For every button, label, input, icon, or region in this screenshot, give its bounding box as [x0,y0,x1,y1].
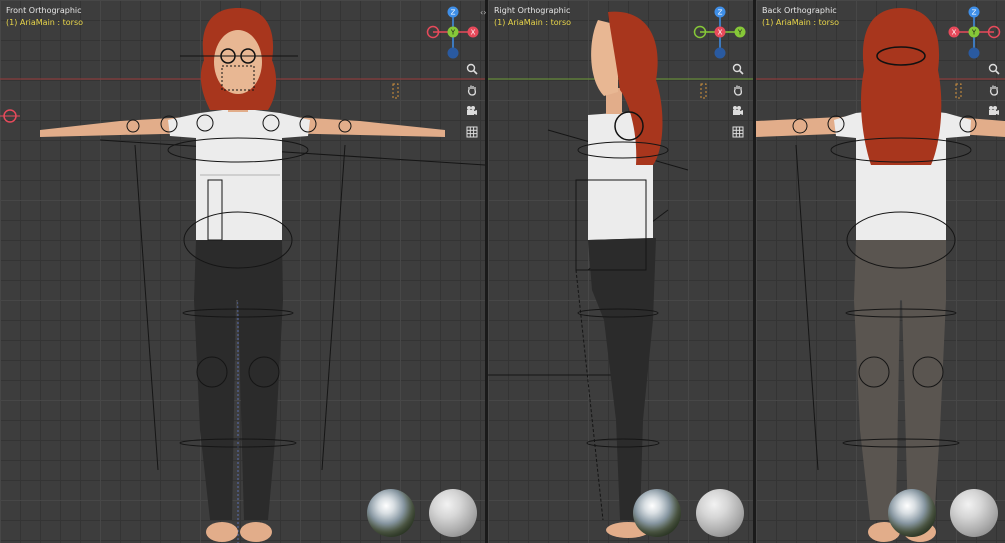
pan-hand-icon[interactable] [729,81,747,99]
viewport-title: Front Orthographic [6,6,82,15]
navigation-gizmo[interactable]: Z X Y [946,6,1002,62]
gizmo-label-right: Y [737,29,743,37]
hdri-preview-sphere [888,489,936,537]
nav-tools [463,60,481,144]
navigation-gizmo[interactable]: Z Y X [692,6,748,62]
zoom-icon[interactable] [463,60,481,78]
scene-right [488,11,753,538]
material-preview-sphere [429,489,477,537]
active-object-label: (1) AriaMain : torso [6,18,84,27]
camera-icon[interactable] [463,102,481,120]
camera-icon[interactable] [985,102,1003,120]
navigation-gizmo[interactable]: Z X Y [425,6,481,62]
camera-icon[interactable] [729,102,747,120]
viewport-right[interactable]: Right Orthographic (1) AriaMain : torso … [488,0,753,543]
hdri-preview-sphere [633,489,681,537]
viewport-area: Front Orthographic (1) AriaMain : torso … [0,0,1005,543]
scene-front [0,8,485,543]
gizmo-label-center: Y [971,29,977,37]
viewport-title: Right Orthographic [494,6,571,15]
zoom-icon[interactable] [729,60,747,78]
gizmo-label-up: Z [718,9,723,17]
gizmo-label-right: X [471,29,476,37]
active-object-label: (1) AriaMain : torso [494,18,572,27]
viewport-back[interactable]: Back Orthographic (1) AriaMain : torso Z… [756,0,1005,543]
grid-icon[interactable] [729,123,747,141]
nav-tools [985,60,1003,123]
active-object-label: (1) AriaMain : torso [762,18,840,27]
material-preview-sphere [696,489,744,537]
gizmo-label-up: Z [451,9,456,17]
grid-icon[interactable] [463,123,481,141]
gizmo-label-center: X [718,29,723,37]
area-join-icon[interactable]: ‹› [480,8,486,17]
viewport-front[interactable]: Front Orthographic (1) AriaMain : torso … [0,0,485,543]
scene-back [756,8,1005,542]
gizmo-label-up: Z [972,9,977,17]
nav-tools [729,60,747,144]
gizmo-label-center: Y [450,29,456,37]
viewport-title: Back Orthographic [762,6,837,15]
pan-hand-icon[interactable] [985,81,1003,99]
pan-hand-icon[interactable] [463,81,481,99]
material-preview-sphere [950,489,998,537]
zoom-icon[interactable] [985,60,1003,78]
gizmo-label-right: X [952,29,957,37]
hdri-preview-sphere [367,489,415,537]
